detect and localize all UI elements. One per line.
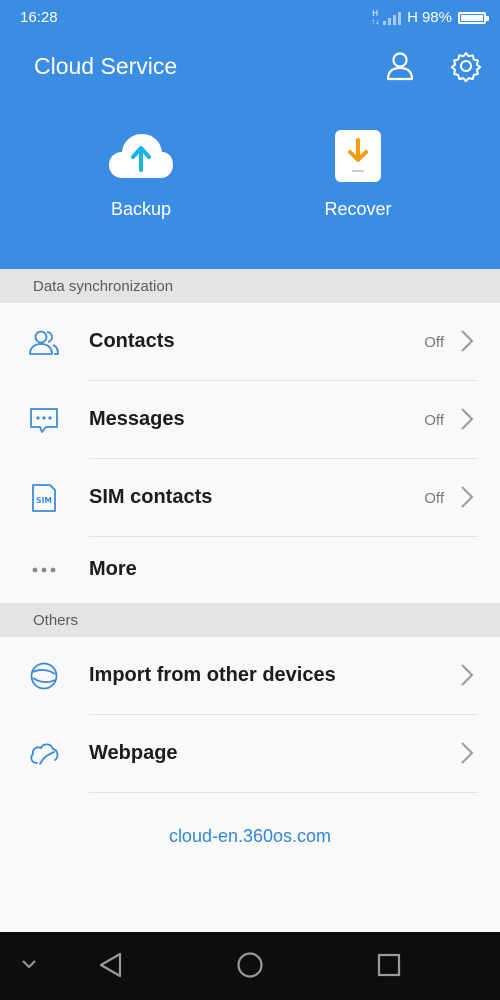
- backup-button[interactable]: Backup: [81, 128, 201, 220]
- message-icon: [30, 408, 58, 433]
- network-type: H: [407, 9, 418, 26]
- status-time: 16:28: [20, 9, 58, 26]
- battery-icon: [458, 11, 489, 24]
- home-circle-icon[interactable]: [236, 951, 264, 979]
- list-item-label: Messages: [89, 408, 185, 430]
- divider: [89, 792, 478, 793]
- hide-keyboard-chevron-icon[interactable]: [20, 958, 38, 970]
- status-right: H ↑↓ H 98%: [371, 9, 489, 26]
- webpage-icon: [30, 743, 59, 765]
- chevron-right-icon: [461, 408, 474, 430]
- chevron-right-icon: [461, 486, 474, 508]
- section-title: Data synchronization: [33, 278, 174, 295]
- sync-status: Off: [424, 490, 444, 507]
- sync-status: Off: [424, 334, 444, 351]
- svg-text:SIM: SIM: [36, 496, 52, 505]
- section-title: Others: [33, 612, 79, 629]
- recover-button[interactable]: Recover: [298, 128, 418, 220]
- chevron-right-icon: [461, 664, 474, 686]
- list-item-label: Import from other devices: [89, 664, 336, 686]
- list-item-more[interactable]: More: [0, 537, 500, 603]
- navigation-bar: [0, 932, 500, 1000]
- signal-bars-icon: [383, 11, 402, 25]
- list-item-import[interactable]: Import from other devices: [0, 637, 500, 714]
- recover-label: Recover: [324, 199, 392, 219]
- list-item-label: Contacts: [89, 330, 175, 352]
- header-panel: 16:28 H ↑↓ H 98% Cloud Service Backup Re…: [0, 0, 500, 269]
- gear-icon[interactable]: [450, 50, 482, 82]
- user-icon[interactable]: [384, 50, 416, 82]
- recents-square-icon[interactable]: [376, 951, 402, 979]
- chevron-right-icon: [461, 330, 474, 352]
- page-title: Cloud Service: [34, 53, 178, 79]
- cloud-upload-icon: [109, 134, 173, 178]
- list-item-label: SIM contacts: [89, 486, 213, 508]
- website-link[interactable]: cloud-en.360os.com: [0, 826, 500, 847]
- battery-percent: 98%: [421, 9, 452, 26]
- list-item-contacts[interactable]: Contacts Off: [0, 303, 500, 380]
- data-activity-bottom: ↑↓: [371, 16, 380, 26]
- sync-status: Off: [424, 412, 444, 429]
- contacts-icon: [29, 330, 59, 355]
- more-dots-icon: [32, 567, 56, 573]
- import-icon: [30, 662, 58, 690]
- list-item-label: More: [89, 558, 137, 580]
- chevron-right-icon: [461, 742, 474, 764]
- sim-icon: SIM: [32, 484, 56, 512]
- list-item-label: Webpage: [89, 742, 178, 764]
- list-item-messages[interactable]: Messages Off: [0, 381, 500, 458]
- section-header-sync: Data synchronization: [0, 269, 500, 303]
- back-triangle-icon[interactable]: [98, 951, 124, 979]
- status-bar: 16:28 H ↑↓ H 98%: [0, 0, 500, 34]
- phone-download-icon: [335, 130, 381, 182]
- list-item-webpage[interactable]: Webpage: [0, 715, 500, 792]
- section-header-others: Others: [0, 603, 500, 637]
- data-activity-indicator: H ↑↓: [371, 9, 380, 26]
- backup-label: Backup: [110, 199, 172, 219]
- list-item-sim-contacts[interactable]: SIM SIM contacts Off: [0, 459, 500, 536]
